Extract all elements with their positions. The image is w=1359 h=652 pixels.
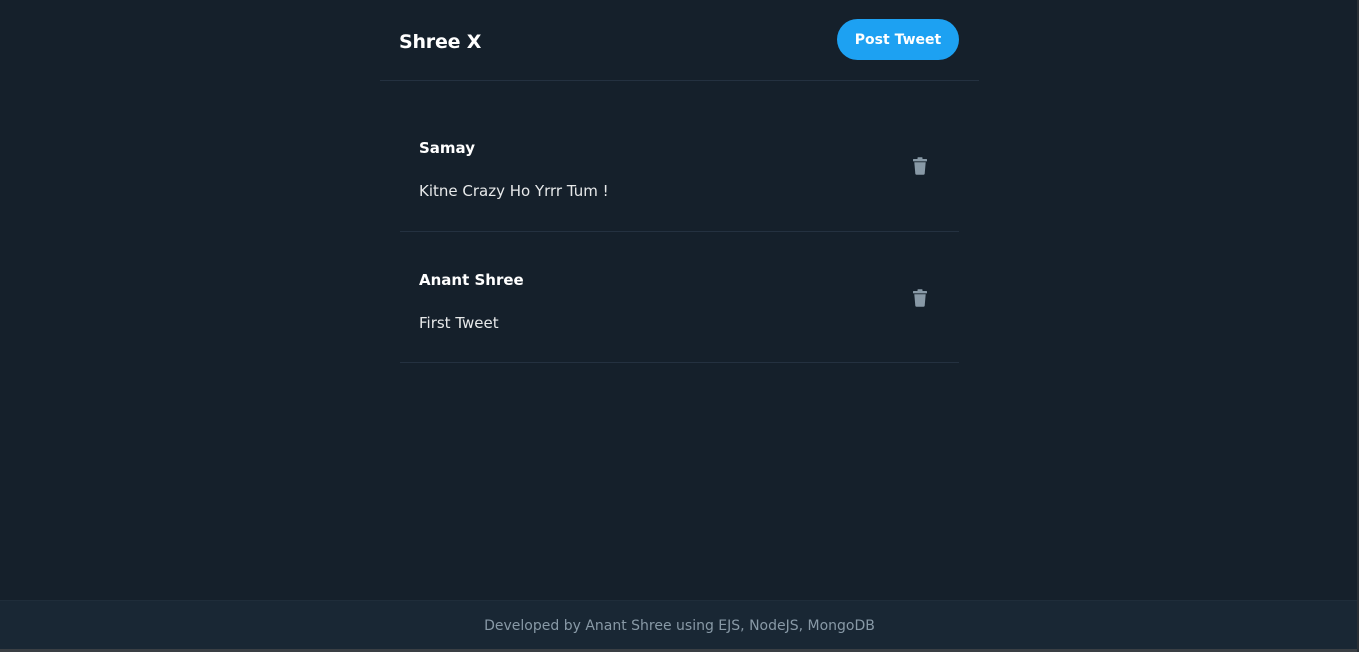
tweet-author: Samay	[419, 139, 475, 157]
brand-title: Shree X	[399, 30, 482, 53]
tweet-item: Samay Kitne Crazy Ho Yrrr Tum !	[400, 100, 959, 232]
delete-tweet-button[interactable]	[911, 288, 929, 308]
footer-credit: Developed by Anant Shree using EJS, Node…	[484, 618, 875, 634]
app-header: Shree X Post Tweet	[380, 0, 979, 81]
main-container: Shree X Post Tweet Samay Kitne Crazy Ho …	[380, 0, 979, 363]
trash-icon	[912, 157, 928, 175]
tweet-text: First Tweet	[419, 314, 499, 332]
post-tweet-button[interactable]: Post Tweet	[837, 19, 959, 60]
tweet-list: Samay Kitne Crazy Ho Yrrr Tum ! Anant Sh…	[380, 100, 979, 363]
page: Shree X Post Tweet Samay Kitne Crazy Ho …	[0, 0, 1359, 600]
tweet-author: Anant Shree	[419, 271, 524, 289]
delete-tweet-button[interactable]	[911, 156, 929, 176]
tweet-text: Kitne Crazy Ho Yrrr Tum !	[419, 182, 609, 200]
tweet-item: Anant Shree First Tweet	[400, 232, 959, 363]
trash-icon	[912, 289, 928, 307]
page-footer: Developed by Anant Shree using EJS, Node…	[0, 600, 1359, 649]
